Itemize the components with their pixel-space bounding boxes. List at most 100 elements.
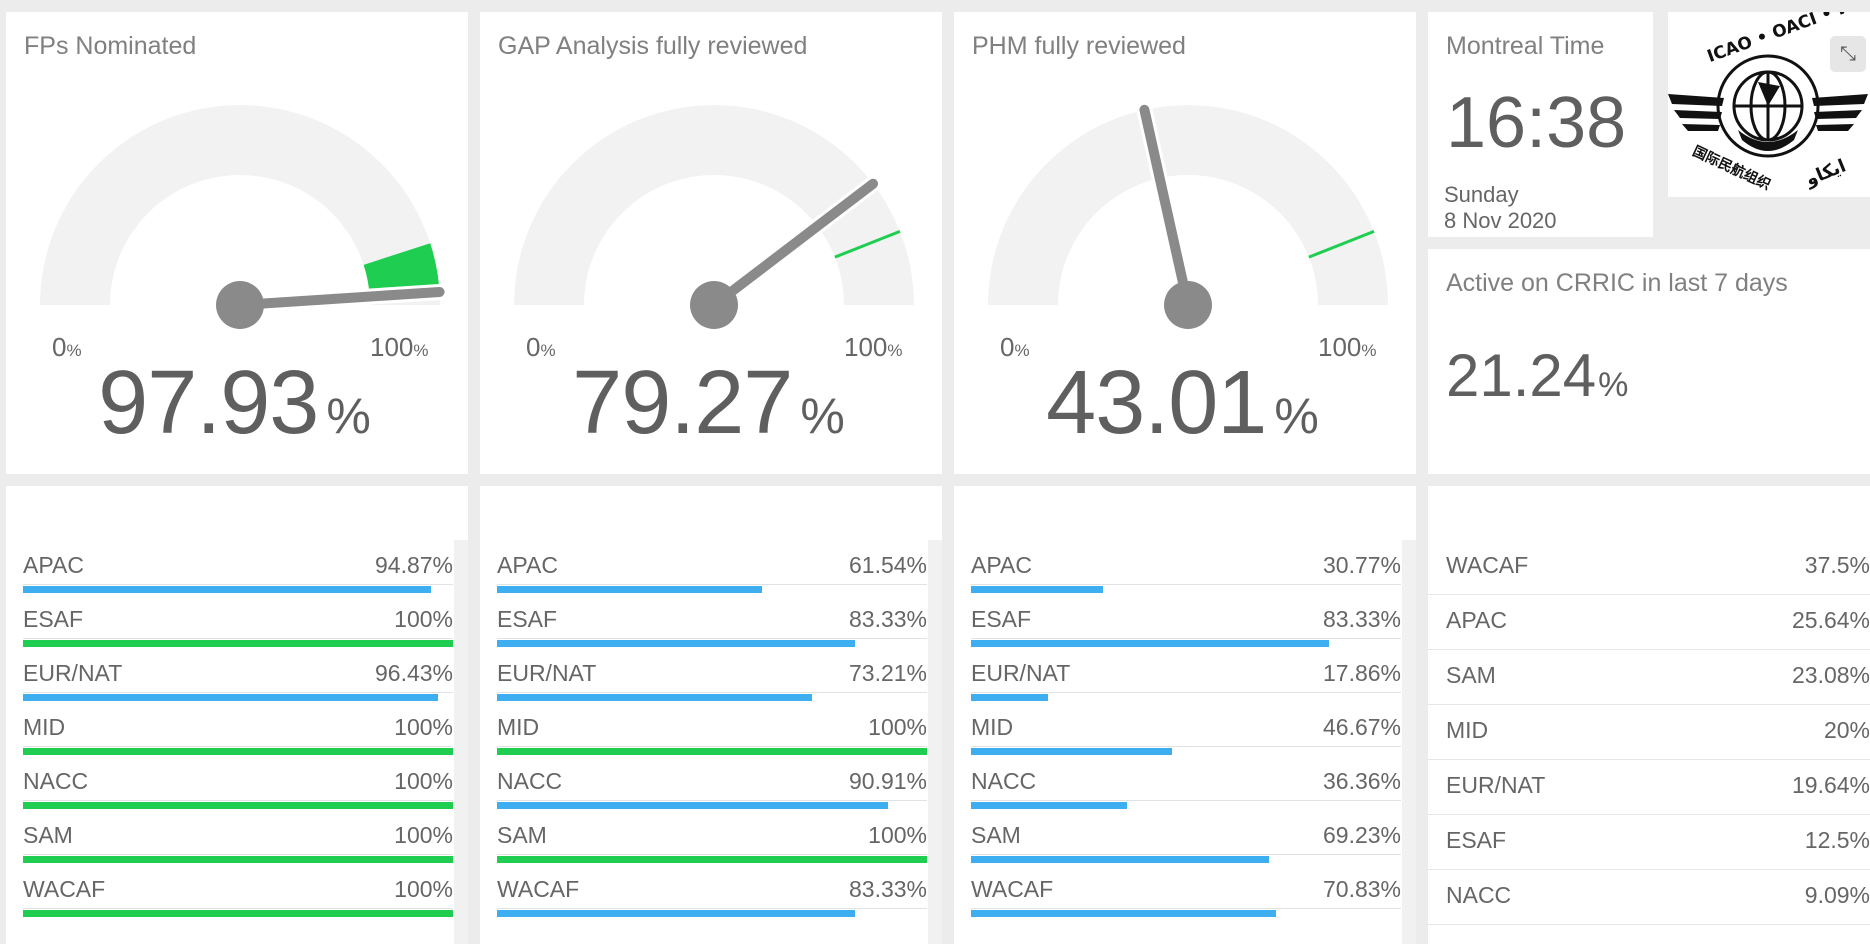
list-item[interactable]: EUR/NAT 19.64% bbox=[1428, 760, 1870, 815]
bar-value: 83.33% bbox=[848, 876, 927, 902]
bar-fill bbox=[23, 910, 453, 917]
bar-fill bbox=[971, 910, 1276, 917]
bar-row[interactable]: EUR/NAT 73.21% bbox=[497, 660, 927, 714]
bar-label: ESAF bbox=[497, 606, 558, 632]
bar-track bbox=[497, 746, 927, 747]
bar-value: 46.67% bbox=[1322, 714, 1401, 740]
bar-row[interactable]: ESAF 83.33% bbox=[971, 606, 1401, 660]
region-value: 23.08% bbox=[1791, 662, 1870, 688]
bar-value: 17.86% bbox=[1322, 660, 1401, 686]
collapse-icon[interactable]: ⤡ bbox=[1830, 36, 1866, 72]
bar-row[interactable]: NACC 90.91% bbox=[497, 768, 927, 822]
bar-row[interactable]: APAC 94.87% bbox=[23, 552, 453, 606]
bar-fill bbox=[497, 910, 856, 917]
region-value: 20% bbox=[1823, 717, 1870, 743]
gauge-panel-fps-nominated: FPs Nominated 0% 100% 97.93% bbox=[6, 12, 468, 474]
bar-value: 96.43% bbox=[374, 660, 453, 686]
bar-value: 100% bbox=[394, 822, 453, 848]
bar-value: 36.36% bbox=[1322, 768, 1401, 794]
bar-fill bbox=[971, 802, 1128, 809]
bar-track bbox=[971, 638, 1401, 639]
region-value: 9.09% bbox=[1804, 882, 1870, 908]
list-item[interactable]: APAC 25.64% bbox=[1428, 595, 1870, 650]
bar-fill bbox=[23, 640, 453, 647]
bar-track bbox=[971, 692, 1401, 693]
bar-row[interactable]: MID 100% bbox=[23, 714, 453, 768]
bar-row[interactable]: EUR/NAT 17.86% bbox=[971, 660, 1401, 714]
bar-track bbox=[497, 692, 927, 693]
bar-row[interactable]: SAM 100% bbox=[23, 822, 453, 876]
bar-row[interactable]: APAC 30.77% bbox=[971, 552, 1401, 606]
list-item[interactable]: NACC 9.09% bbox=[1428, 870, 1870, 925]
bar-label: WACAF bbox=[497, 876, 580, 902]
clock-panel: Montreal Time 16:38 Sunday 8 Nov 2020 bbox=[1428, 12, 1653, 237]
bar-track bbox=[497, 584, 927, 585]
region-name: APAC bbox=[1446, 607, 1507, 633]
bar-row[interactable]: WACAF 70.83% bbox=[971, 876, 1401, 930]
bar-track bbox=[23, 908, 453, 909]
bar-value: 94.87% bbox=[374, 552, 453, 578]
bar-row[interactable]: NACC 100% bbox=[23, 768, 453, 822]
bar-list: APAC 61.54% ESAF 83.33% EUR/NAT 73.21% MID 100%… bbox=[497, 552, 927, 930]
bar-track bbox=[971, 854, 1401, 855]
bar-row[interactable]: EUR/NAT 96.43% bbox=[23, 660, 453, 714]
bar-label: ESAF bbox=[23, 606, 84, 632]
bar-fill bbox=[23, 802, 453, 809]
bar-row[interactable]: MID 100% bbox=[497, 714, 927, 768]
bar-label: APAC bbox=[23, 552, 84, 578]
scrollbar[interactable] bbox=[1402, 540, 1416, 944]
active-value: 21.24% bbox=[1446, 342, 1629, 409]
scrollbar[interactable] bbox=[454, 540, 468, 944]
gauge-needle-hub bbox=[1164, 281, 1212, 329]
bar-value: 61.54% bbox=[848, 552, 927, 578]
bar-label: APAC bbox=[971, 552, 1032, 578]
bar-row[interactable]: SAM 69.23% bbox=[971, 822, 1401, 876]
bar-row[interactable]: APAC 61.54% bbox=[497, 552, 927, 606]
bar-fill bbox=[497, 748, 927, 755]
bar-value: 100% bbox=[868, 714, 927, 740]
scrollbar[interactable] bbox=[928, 540, 942, 944]
bar-row[interactable]: WACAF 100% bbox=[23, 876, 453, 930]
bar-label: EUR/NAT bbox=[23, 660, 123, 686]
region-value: 12.5% bbox=[1804, 827, 1870, 853]
list-item[interactable]: MID 20% bbox=[1428, 705, 1870, 760]
bar-value: 90.91% bbox=[848, 768, 927, 794]
bar-track bbox=[497, 854, 927, 855]
bar-label: NACC bbox=[497, 768, 563, 794]
logo-text-cn: 国际民航组织 bbox=[1690, 143, 1773, 194]
bar-label: EUR/NAT bbox=[971, 660, 1071, 686]
bar-fill bbox=[497, 856, 927, 863]
bar-row[interactable]: MID 46.67% bbox=[971, 714, 1401, 768]
bar-track bbox=[23, 638, 453, 639]
list-item[interactable]: SAM 23.08% bbox=[1428, 650, 1870, 705]
gauge-panel-phm-reviewed: PHM fully reviewed 0% 100% 43.01% bbox=[954, 12, 1416, 474]
bar-row[interactable]: SAM 100% bbox=[497, 822, 927, 876]
gauge-value: 43.01% bbox=[1046, 353, 1319, 453]
list-item[interactable]: WACAF 37.5% bbox=[1428, 540, 1870, 595]
region-value: 25.64% bbox=[1791, 607, 1870, 633]
bar-value: 73.21% bbox=[848, 660, 927, 686]
bar-track bbox=[971, 746, 1401, 747]
region-name: NACC bbox=[1446, 882, 1512, 908]
logo-text-ar: ايكاو bbox=[1802, 155, 1849, 190]
panel-title: Montreal Time bbox=[1446, 32, 1605, 60]
icao-logo: ICAO • OACI • ИКАО 国际民航组织 ايكاو ⤡ bbox=[1668, 12, 1870, 197]
bar-track bbox=[971, 584, 1401, 585]
bar-value: 83.33% bbox=[848, 606, 927, 632]
bar-list: APAC 30.77% ESAF 83.33% EUR/NAT 17.86% MID 46.6… bbox=[971, 552, 1401, 930]
list-item[interactable]: ESAF 12.5% bbox=[1428, 815, 1870, 870]
bar-row[interactable]: WACAF 83.33% bbox=[497, 876, 927, 930]
region-name: MID bbox=[1446, 717, 1489, 743]
bar-row[interactable]: ESAF 83.33% bbox=[497, 606, 927, 660]
bar-label: WACAF bbox=[23, 876, 106, 902]
bar-row[interactable]: ESAF 100% bbox=[23, 606, 453, 660]
gauge-value: 79.27% bbox=[572, 353, 845, 453]
gauge-needle-hub bbox=[216, 281, 264, 329]
bar-fill bbox=[23, 856, 453, 863]
bar-row[interactable]: NACC 36.36% bbox=[971, 768, 1401, 822]
bar-label: MID bbox=[23, 714, 66, 740]
bar-track bbox=[971, 908, 1401, 909]
bar-value: 100% bbox=[394, 606, 453, 632]
region-value: 19.64% bbox=[1791, 772, 1870, 798]
bar-label: MID bbox=[497, 714, 540, 740]
